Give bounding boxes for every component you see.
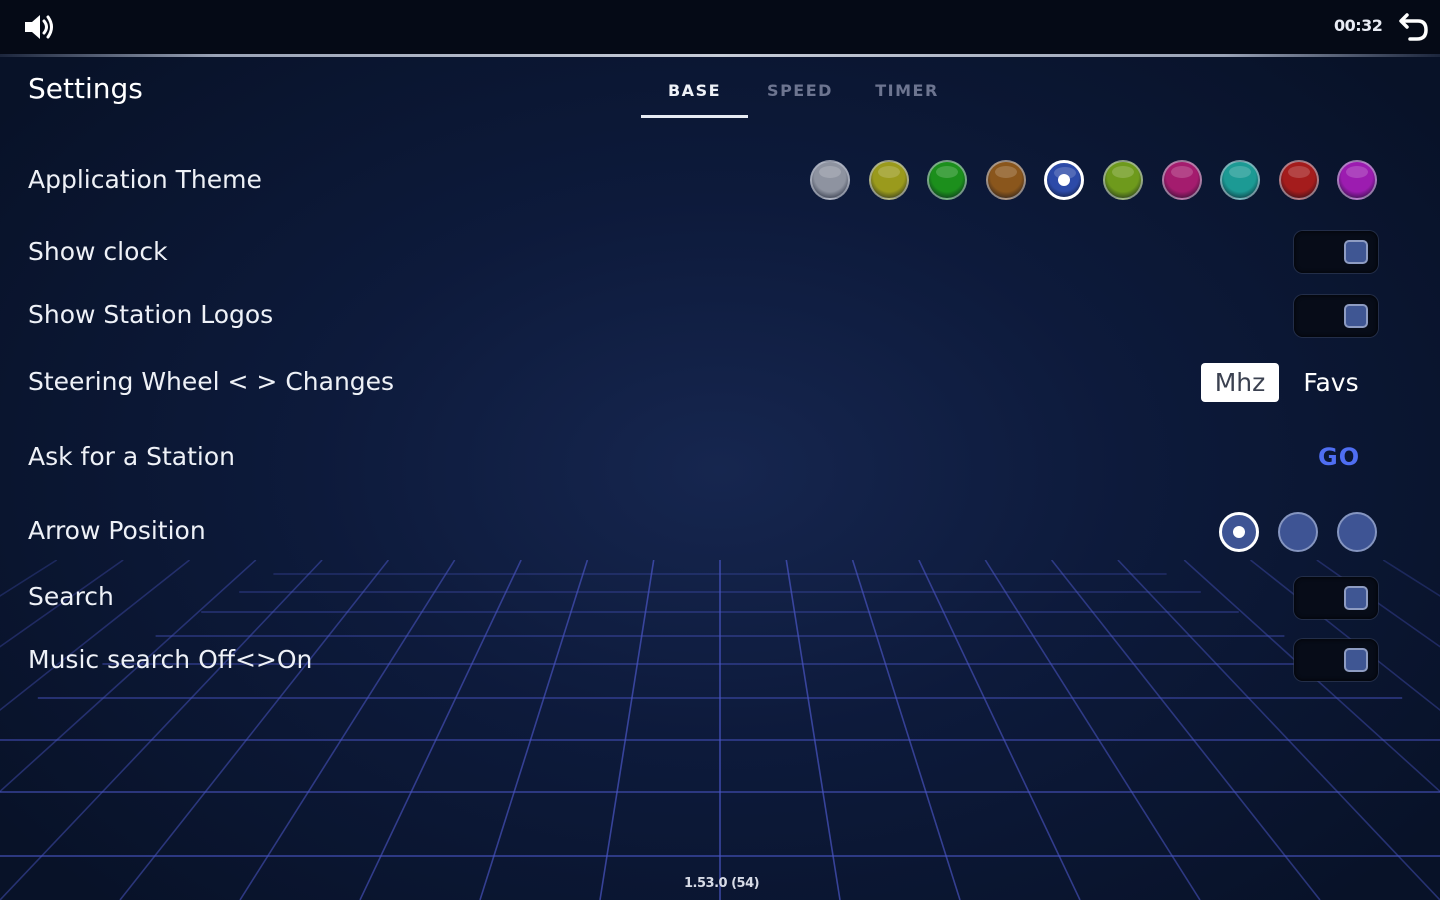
- clock-display: 00:32: [1334, 16, 1383, 35]
- theme-swatch-8[interactable]: [1220, 160, 1260, 200]
- page-title: Settings: [28, 72, 143, 105]
- arrow-position-option-1[interactable]: [1219, 512, 1259, 552]
- steering-option-mhz[interactable]: Mhz: [1201, 363, 1279, 402]
- tab-speed[interactable]: SPEED: [752, 81, 848, 119]
- grid-line: [0, 560, 257, 793]
- show-clock-toggle[interactable]: [1294, 231, 1378, 273]
- top-bar: 00:32: [0, 0, 1440, 54]
- theme-swatch-10[interactable]: [1337, 160, 1377, 200]
- grid-line: [785, 560, 841, 900]
- steering-wheel-label: Steering Wheel < > Changes: [28, 367, 395, 396]
- back-arrow-icon[interactable]: [1398, 11, 1430, 43]
- application-theme-label: Application Theme: [28, 165, 262, 194]
- speaker-icon[interactable]: [22, 11, 56, 43]
- theme-swatch-2[interactable]: [869, 160, 909, 200]
- toggle-knob: [1344, 304, 1368, 328]
- grid-line: [599, 560, 655, 900]
- music-search-toggle[interactable]: [1294, 639, 1378, 681]
- grid-line: [0, 560, 124, 648]
- ask-for-station-label: Ask for a Station: [28, 442, 236, 471]
- active-tab-indicator: [641, 115, 748, 118]
- theme-swatch-6[interactable]: [1103, 160, 1143, 200]
- show-station-logos-label: Show Station Logos: [28, 300, 274, 329]
- show-clock-label: Show clock: [28, 237, 168, 266]
- selected-dot: [1233, 526, 1245, 538]
- ask-station-go-button[interactable]: GO: [1318, 443, 1360, 471]
- toggle-knob: [1344, 586, 1368, 610]
- tab-timer[interactable]: TIMER: [860, 81, 954, 119]
- search-toggle[interactable]: [1294, 577, 1378, 619]
- theme-swatch-1[interactable]: [810, 160, 850, 200]
- selected-dot: [1058, 174, 1070, 186]
- steering-option-favs[interactable]: Favs: [1294, 363, 1368, 402]
- header-divider: [0, 54, 1440, 57]
- theme-swatch-9[interactable]: [1279, 160, 1319, 200]
- arrow-position-label: Arrow Position: [28, 516, 206, 545]
- perspective-grid-decoration: [0, 560, 1440, 900]
- theme-swatch-4[interactable]: [986, 160, 1026, 200]
- arrow-position-option-3[interactable]: [1337, 512, 1377, 552]
- toggle-knob: [1344, 648, 1368, 672]
- music-search-label: Music search Off<>On: [28, 645, 313, 674]
- theme-swatch-7[interactable]: [1162, 160, 1202, 200]
- theme-swatch-5[interactable]: [1044, 160, 1084, 200]
- search-label: Search: [28, 582, 114, 611]
- theme-swatch-3[interactable]: [927, 160, 967, 200]
- toggle-knob: [1344, 240, 1368, 264]
- tab-base[interactable]: BASE: [641, 81, 748, 119]
- show-station-logos-toggle[interactable]: [1294, 295, 1378, 337]
- version-label: 1.53.0 (54): [684, 876, 760, 891]
- arrow-position-option-2[interactable]: [1278, 512, 1318, 552]
